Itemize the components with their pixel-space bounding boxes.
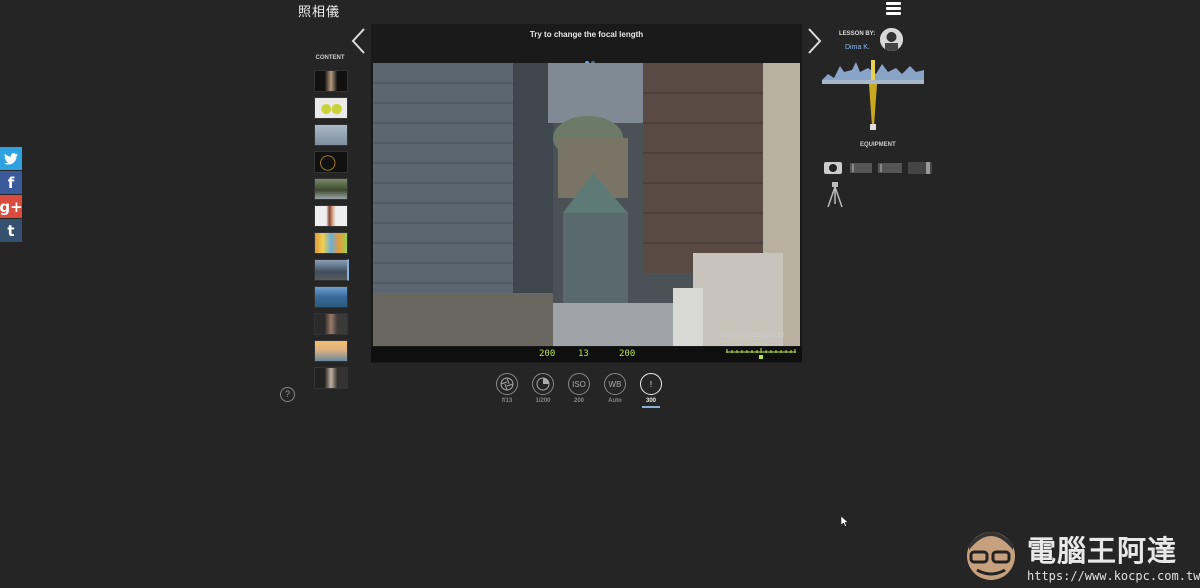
- city-buildings-image: [373, 63, 800, 346]
- white-balance-control[interactable]: WB Auto: [603, 373, 627, 404]
- aperture-value: f/13: [501, 398, 513, 404]
- google-plus-icon: g+: [0, 197, 23, 216]
- thumbnail-city-skyline[interactable]: [314, 259, 349, 281]
- iso-value: 200: [573, 398, 584, 404]
- thumbnail-vinyl-record[interactable]: [314, 151, 348, 173]
- thumbnail-woman-bw[interactable]: [314, 367, 348, 389]
- equipment-list: [824, 162, 932, 174]
- lens-telephoto-icon: [878, 163, 902, 173]
- thumbnail-sunset-sea[interactable]: [314, 340, 348, 362]
- tumblr-share-button[interactable]: t: [0, 219, 22, 242]
- readout-left-value: 200: [539, 349, 556, 359]
- thumbnail-portrait-dark[interactable]: [314, 70, 348, 92]
- active-indicator: [642, 406, 660, 408]
- site-watermark: 電腦王阿達 https://www.kocpc.com.tw/: [963, 520, 1200, 588]
- site-url: https://www.kocpc.com.tw/: [1027, 569, 1200, 583]
- lens-zoom-icon: [908, 162, 932, 174]
- content-thumbnail-list: [314, 70, 349, 394]
- exposure-meter-icon: [726, 348, 796, 359]
- shutter-icon: [532, 373, 554, 395]
- camera-body-icon: [824, 162, 842, 174]
- focal-length-icon: !: [640, 373, 662, 395]
- lesson-by-label: LESSON BY:: [839, 31, 876, 37]
- focal-length-skyline-diagram: [822, 60, 924, 130]
- mascot-logo-icon: [967, 532, 1015, 580]
- shutter-speed-control[interactable]: 1/200: [531, 373, 555, 404]
- white-balance-value: Auto: [608, 398, 622, 404]
- shutter-value: 1/200: [535, 398, 551, 404]
- hamburger-menu-button[interactable]: [886, 2, 901, 17]
- thumbnail-woman-lamp[interactable]: [314, 313, 348, 335]
- previous-lesson-arrow-icon[interactable]: [349, 26, 369, 56]
- facebook-share-button[interactable]: f: [0, 171, 22, 194]
- facebook-icon: f: [7, 173, 15, 192]
- author-avatar[interactable]: [880, 28, 903, 51]
- menu-line: [886, 12, 901, 15]
- equipment-title: EQUIPMENT: [860, 142, 896, 148]
- tripod-icon: [827, 182, 843, 208]
- aperture-icon: [496, 373, 518, 395]
- social-share-bar: f g+ t: [0, 147, 23, 243]
- google-plus-share-button[interactable]: g+: [0, 195, 23, 218]
- mouse-cursor-icon: [841, 516, 849, 527]
- twitter-icon: [4, 152, 18, 165]
- readout-right-value: 200: [619, 349, 636, 359]
- aperture-control[interactable]: f/13: [495, 373, 519, 404]
- thumbnail-misty-figure[interactable]: [314, 124, 348, 146]
- photo-watermark: www.photosapp.com: [720, 332, 785, 339]
- readout-center-value: 13: [578, 349, 589, 359]
- viewfinder-photo: [373, 63, 800, 346]
- tumblr-icon: t: [7, 221, 15, 240]
- menu-line: [886, 2, 901, 5]
- lesson-author[interactable]: Dima K.: [845, 44, 870, 51]
- white-balance-icon: WB: [604, 373, 626, 395]
- focal-length-value: 300: [645, 398, 656, 404]
- content-sidebar-title: CONTENT: [315, 55, 345, 61]
- next-lesson-arrow-icon[interactable]: [804, 26, 824, 56]
- thumbnail-woman-portrait[interactable]: [314, 205, 348, 227]
- iso-icon: ISO: [568, 373, 590, 395]
- menu-line: [886, 7, 901, 10]
- thumbnail-green-cups[interactable]: [314, 97, 348, 119]
- thumbnail-mountain-lake[interactable]: [314, 286, 348, 308]
- help-button[interactable]: ?: [280, 387, 295, 402]
- app-logo[interactable]: 照相儀: [298, 1, 340, 20]
- iso-control[interactable]: ISO 200: [567, 373, 591, 404]
- thumbnail-colorful-blocks[interactable]: [314, 232, 348, 254]
- lesson-instruction: Try to change the focal length: [529, 30, 644, 39]
- focal-length-control[interactable]: ! 300: [639, 373, 663, 408]
- lens-icon: [850, 163, 872, 173]
- thumbnail-river-trees[interactable]: [314, 178, 348, 200]
- site-brand: 電腦王阿達: [1027, 534, 1178, 568]
- twitter-share-button[interactable]: [0, 147, 22, 170]
